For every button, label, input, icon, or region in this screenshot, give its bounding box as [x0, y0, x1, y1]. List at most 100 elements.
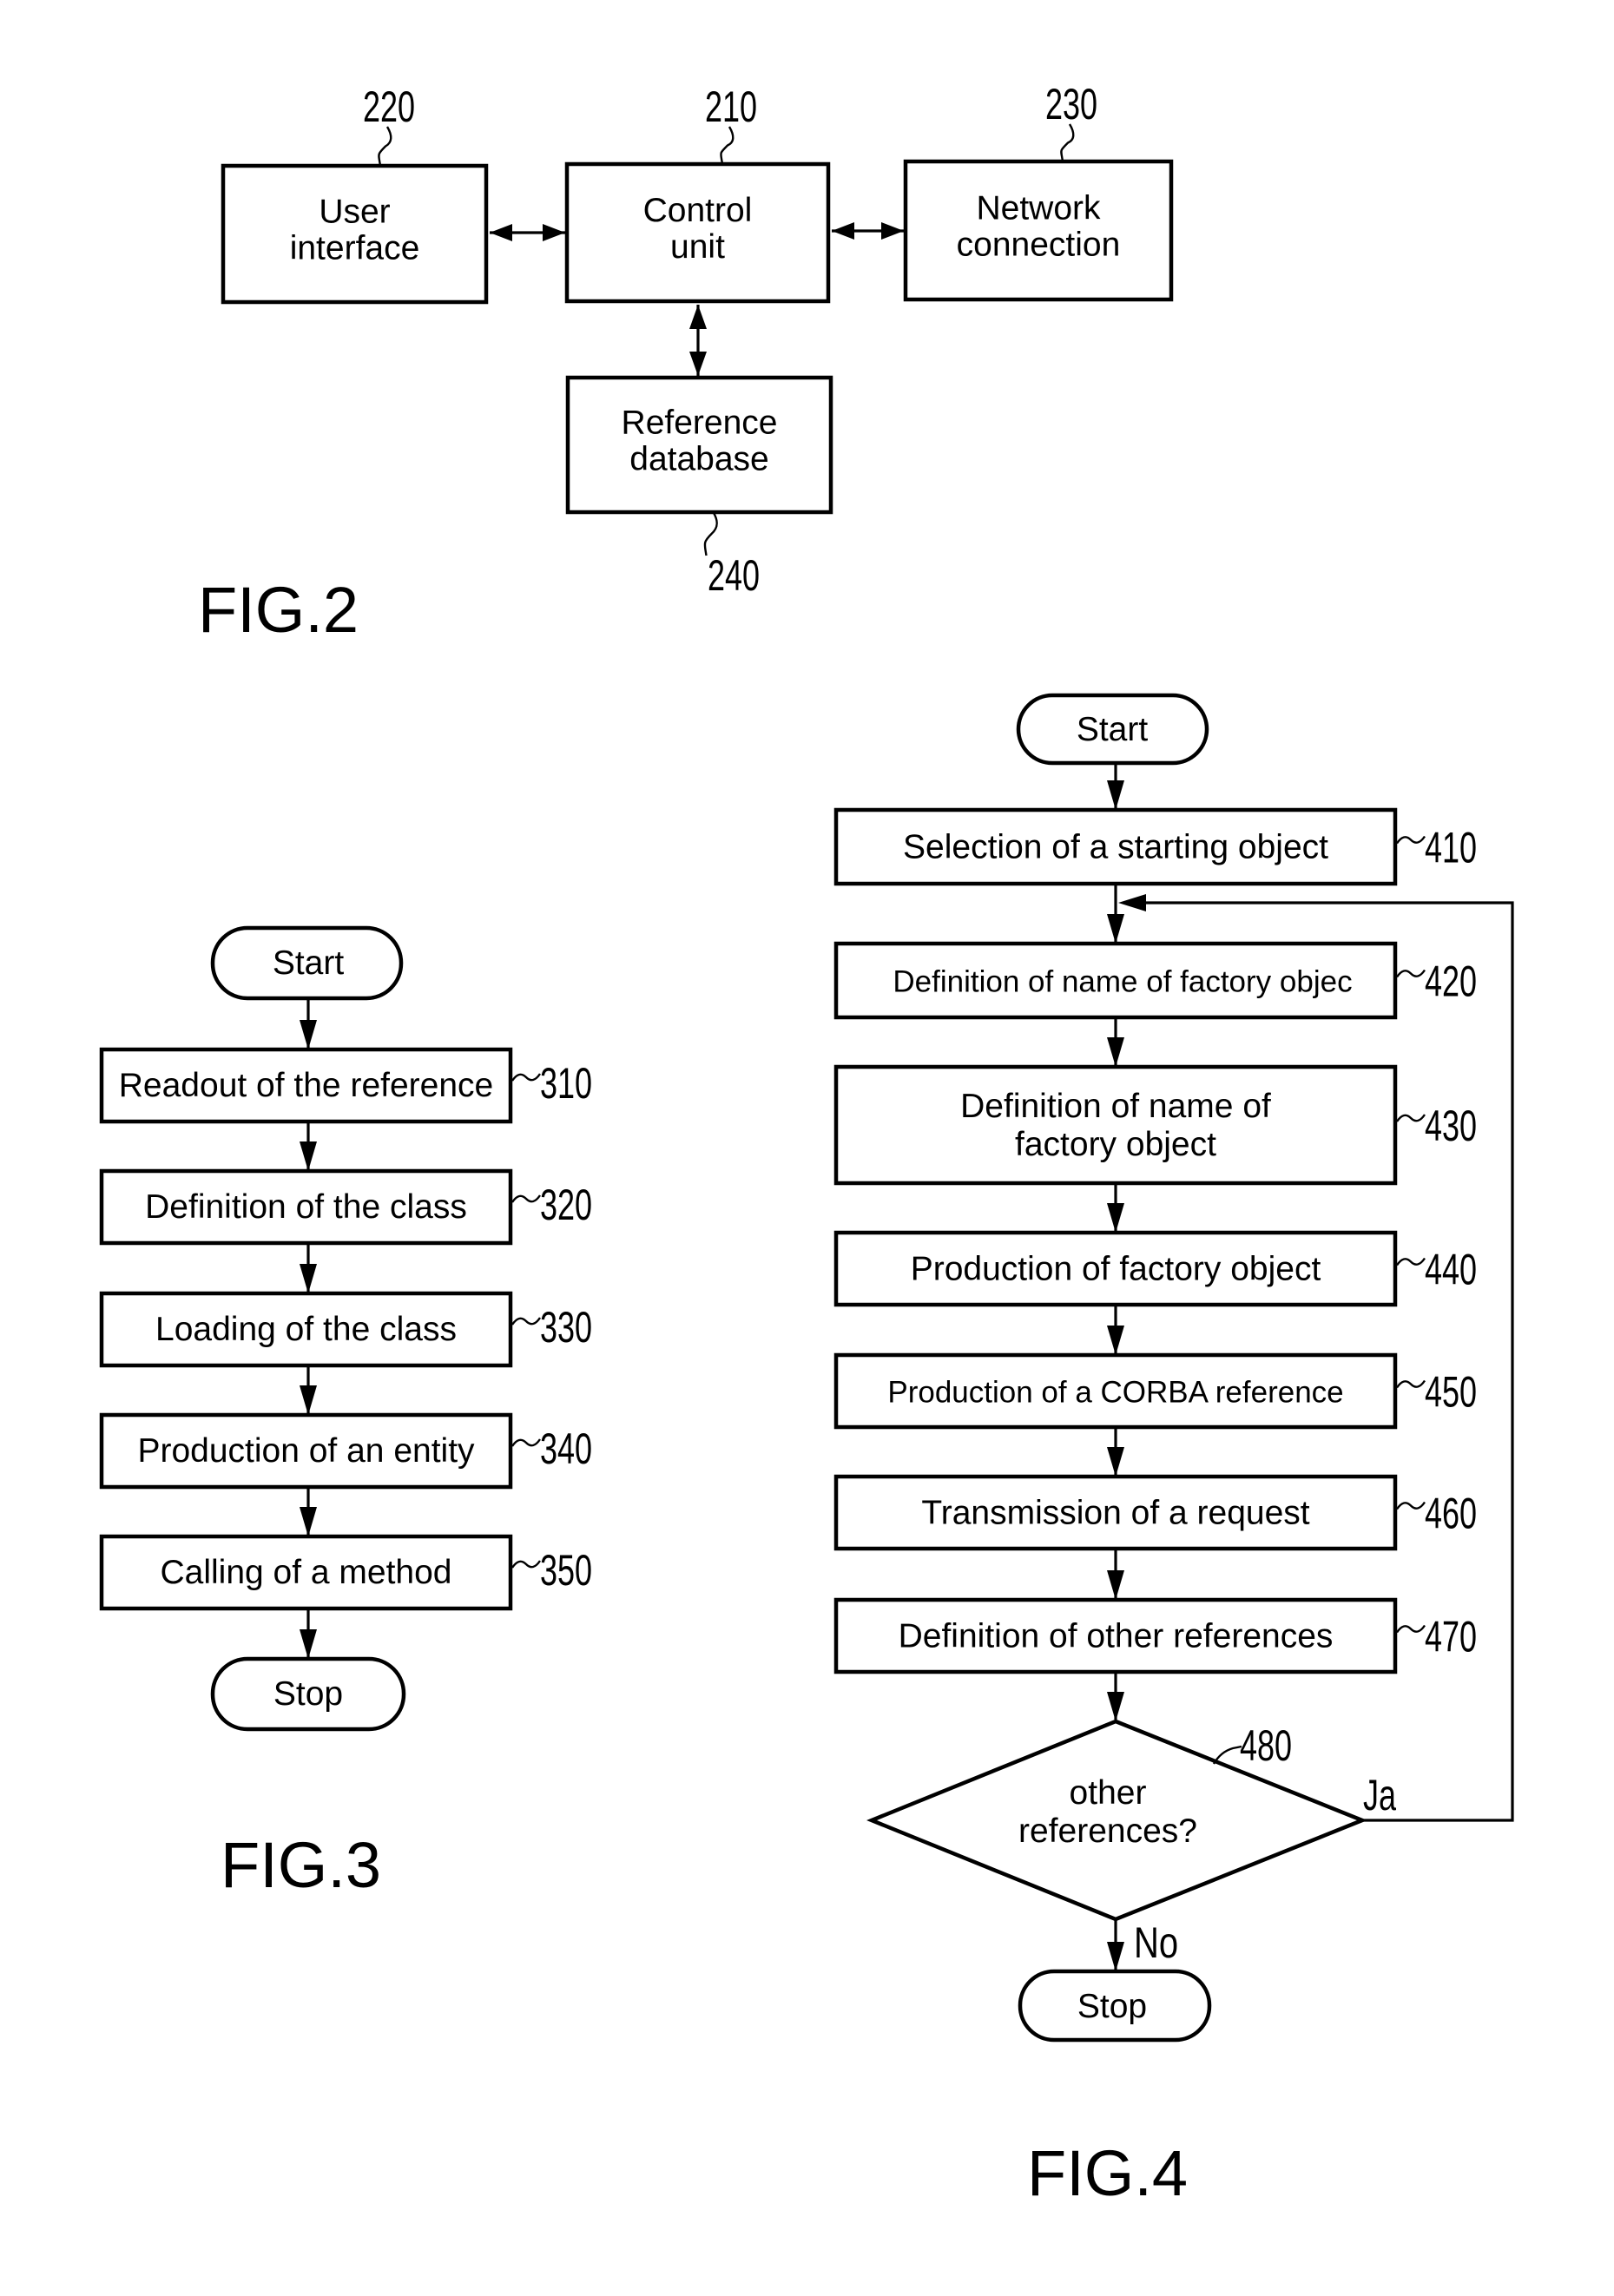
process-step: Production of a CORBA reference 450 [833, 1352, 1477, 1430]
arrowhead-down-icon [300, 1385, 317, 1415]
arrowhead-down-icon [1107, 1692, 1124, 1721]
arrowhead-left-icon [490, 224, 512, 241]
process-step: Definition of name offactory object 430 [833, 1064, 1477, 1186]
figure-caption: FIG.4 [1027, 2137, 1188, 2209]
reference-numeral: 430 [1425, 1102, 1477, 1150]
start-label: Start [273, 944, 345, 982]
process-step: Transmission of a request 460 [833, 1474, 1477, 1551]
arrowhead-down-icon [689, 352, 707, 376]
leader-tilde [511, 1194, 541, 1203]
block-label: connection [957, 227, 1121, 264]
step-label: Selection of a starting object [903, 829, 1328, 866]
reference-numeral: 480 [1240, 1722, 1292, 1770]
arrowhead-right-icon [543, 224, 565, 241]
step-label: Production of an entity [137, 1432, 475, 1470]
arrowhead-down-icon [300, 1020, 317, 1049]
step-label: Definition of name of factory objec [893, 965, 1352, 999]
process-step: Definition of other references 470 [833, 1597, 1477, 1674]
process-step: Production of an entity 340 [99, 1412, 592, 1490]
block-label: Control [643, 192, 753, 229]
fig4-flowchart: Start Selection of a starting object 410 De… [833, 693, 1514, 2209]
step-label: Definition of other references [899, 1618, 1334, 1655]
block-reference-database: Referencedatabase 240 [565, 375, 833, 600]
arrowhead-down-icon [300, 1264, 317, 1293]
arrowhead-down-icon [300, 1507, 317, 1536]
arrowhead-down-icon [300, 1141, 317, 1171]
leader-tilde [511, 1438, 541, 1447]
step-label: Readout of the reference [119, 1067, 493, 1104]
reference-numeral: 460 [1425, 1490, 1477, 1538]
decision-label: other [1070, 1774, 1147, 1812]
stop-label: Stop [1077, 1988, 1147, 2025]
arrowhead-down-icon [1107, 1326, 1124, 1355]
reference-numeral: 330 [540, 1304, 592, 1352]
no-branch-label: No [1134, 1918, 1178, 1967]
process-step: Readout of the reference 310 [99, 1047, 592, 1124]
block-label: Network [976, 190, 1101, 227]
stop-terminator: Stop [1018, 1969, 1212, 2043]
step-label: Loading of the class [155, 1311, 457, 1348]
leader-line [378, 126, 392, 167]
leader-tilde [511, 1560, 541, 1569]
arrowhead-left-icon [1118, 894, 1146, 911]
figure-caption: FIG.2 [198, 574, 359, 646]
reference-numeral: 320 [540, 1181, 592, 1229]
leader-tilde [1396, 1624, 1426, 1634]
step-box [833, 1064, 1398, 1186]
step-label: Production of factory object [911, 1251, 1321, 1288]
decision-label: references? [1018, 1812, 1197, 1850]
leader-tilde [511, 1073, 541, 1082]
leader-tilde [1396, 1501, 1426, 1510]
patent-drawing-sheet: Controlunit 210 Userinterface 220 Networkcon… [99, 81, 1514, 2209]
reference-numeral: 210 [705, 83, 757, 131]
process-step: Selection of a starting object 410 [833, 807, 1477, 886]
process-step: Definition of name of factory objec 420 [833, 941, 1477, 1020]
arrowhead-left-icon [832, 222, 854, 240]
block-label: interface [290, 230, 420, 267]
start-terminator: Start [210, 925, 404, 1001]
reference-numeral: 310 [540, 1060, 592, 1108]
reference-numeral: 340 [540, 1425, 592, 1473]
step-label: Transmission of a request [921, 1495, 1309, 1532]
process-step: Production of factory object 440 [833, 1230, 1477, 1307]
arrowhead-up-icon [689, 305, 707, 329]
reference-numeral: 420 [1425, 958, 1477, 1006]
reference-numeral: 410 [1425, 825, 1477, 872]
start-terminator: Start [1016, 693, 1209, 766]
block-network-connection: Networkconnection 230 [903, 81, 1174, 302]
reference-numeral: 350 [540, 1547, 592, 1595]
fig3-flowchart: Start Readout of the reference 310 Definiti… [99, 925, 592, 1901]
leader-line [703, 511, 718, 556]
arrowhead-down-icon [1107, 1037, 1124, 1067]
reference-numeral: 240 [708, 552, 760, 600]
decision-diamond: otherreferences? 480 Ja [866, 1719, 1397, 1922]
stop-terminator: Stop [210, 1656, 406, 1732]
reference-numeral: 220 [363, 83, 415, 131]
reference-numeral: 450 [1425, 1369, 1477, 1417]
block-control-unit: Controlunit 210 [564, 83, 831, 304]
reference-numeral: 470 [1425, 1614, 1477, 1661]
process-step: Loading of the class 330 [99, 1291, 592, 1368]
arrowhead-down-icon [1107, 1942, 1124, 1971]
arrowhead-down-icon [1107, 1570, 1124, 1600]
fig2-block-diagram: Controlunit 210 Userinterface 220 Networkcon… [198, 81, 1174, 646]
step-label: Definition of name of [960, 1088, 1271, 1125]
leader-tilde [511, 1317, 541, 1326]
arrowhead-down-icon [1107, 780, 1124, 810]
step-label: Definition of the class [145, 1188, 467, 1226]
arrowhead-right-icon [881, 222, 904, 240]
process-step: Definition of the class 320 [99, 1168, 592, 1246]
leader-tilde [1396, 969, 1426, 978]
block-label: User [319, 194, 390, 231]
leader-line [720, 126, 735, 165]
reference-numeral: 230 [1045, 81, 1097, 128]
leader-tilde [1396, 1257, 1426, 1266]
block-label: unit [670, 228, 725, 266]
arrowhead-down-icon [1107, 1203, 1124, 1233]
step-label: Calling of a method [160, 1554, 451, 1591]
block-label: database [629, 441, 768, 478]
stop-label: Stop [273, 1675, 343, 1713]
yes-branch-label: Ja [1363, 1772, 1397, 1819]
block-user-interface: Userinterface 220 [221, 83, 489, 305]
figure-caption: FIG.3 [221, 1829, 381, 1901]
